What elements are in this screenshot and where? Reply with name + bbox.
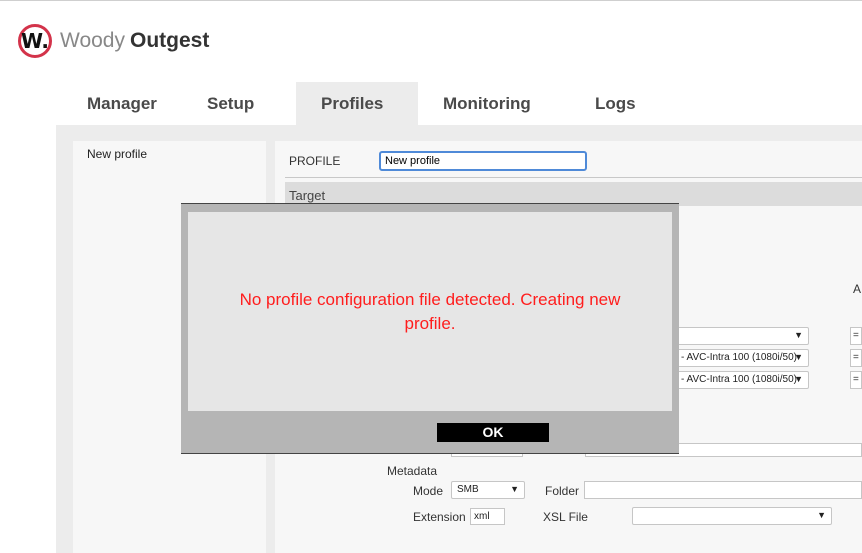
profile-name-row: PROFILE	[289, 151, 587, 171]
app-logo: W. Woody Outgest	[18, 24, 209, 58]
main-tabs: Manager Setup Profiles Monitoring Logs	[62, 82, 650, 125]
operator-field-3[interactable]: =	[850, 371, 862, 389]
brand-bold: Outgest	[129, 29, 210, 52]
folder-input[interactable]	[584, 481, 862, 499]
folder-label: Folder	[545, 484, 580, 498]
ok-button[interactable]: OK	[437, 423, 549, 442]
tab-setup[interactable]: Setup	[182, 82, 296, 125]
profile-name-input[interactable]	[379, 151, 587, 171]
alert-dialog-body: No profile configuration file detected. …	[188, 212, 672, 411]
chevron-down-icon: ▼	[510, 484, 519, 494]
tab-profiles[interactable]: Profiles	[296, 82, 418, 125]
chevron-down-icon: ▼	[817, 510, 826, 520]
metadata-title: Metadata	[387, 464, 438, 478]
chevron-down-icon: ▼	[794, 352, 803, 362]
chevron-down-icon: ▼	[794, 330, 803, 340]
target-select-3-value: - AVC-Intra 100 (1080i/50)	[681, 374, 797, 385]
chevron-down-icon: ▼	[794, 374, 803, 384]
target-select-1[interactable]: ▼	[675, 327, 809, 345]
target-select-2[interactable]: - AVC-Intra 100 (1080i/50) ▼	[675, 349, 809, 367]
operator-field-2[interactable]: =	[850, 349, 862, 367]
xsl-file-label: XSL File	[543, 510, 588, 524]
extension-input[interactable]: xml	[470, 508, 505, 525]
alert-dialog: No profile configuration file detected. …	[181, 203, 679, 454]
xsl-file-select[interactable]: ▼	[632, 507, 832, 525]
extension-label: Extension	[413, 510, 466, 524]
top-border	[0, 0, 862, 1]
mode-select-value: SMB	[457, 484, 479, 495]
logo-letter: W.	[20, 29, 50, 53]
mode-select[interactable]: SMB ▼	[451, 481, 525, 499]
operator-field-1[interactable]: =	[850, 327, 862, 345]
tab-monitoring[interactable]: Monitoring	[418, 82, 570, 125]
divider	[285, 177, 862, 178]
column-a-label: A	[853, 282, 862, 296]
target-select-3[interactable]: - AVC-Intra 100 (1080i/50) ▼	[675, 371, 809, 389]
tab-manager[interactable]: Manager	[62, 82, 182, 125]
target-select-2-value: - AVC-Intra 100 (1080i/50)	[681, 352, 797, 363]
app-title: Woody Outgest	[60, 29, 209, 53]
mode-label: Mode	[413, 484, 444, 498]
tab-logs[interactable]: Logs	[570, 82, 650, 125]
alert-message: No profile configuration file detected. …	[239, 290, 621, 333]
profile-label: PROFILE	[289, 154, 341, 168]
woody-logo-icon: W.	[18, 24, 52, 58]
sidebar-item-new-profile[interactable]: New profile	[73, 141, 266, 167]
brand-light: Woody	[60, 29, 125, 52]
